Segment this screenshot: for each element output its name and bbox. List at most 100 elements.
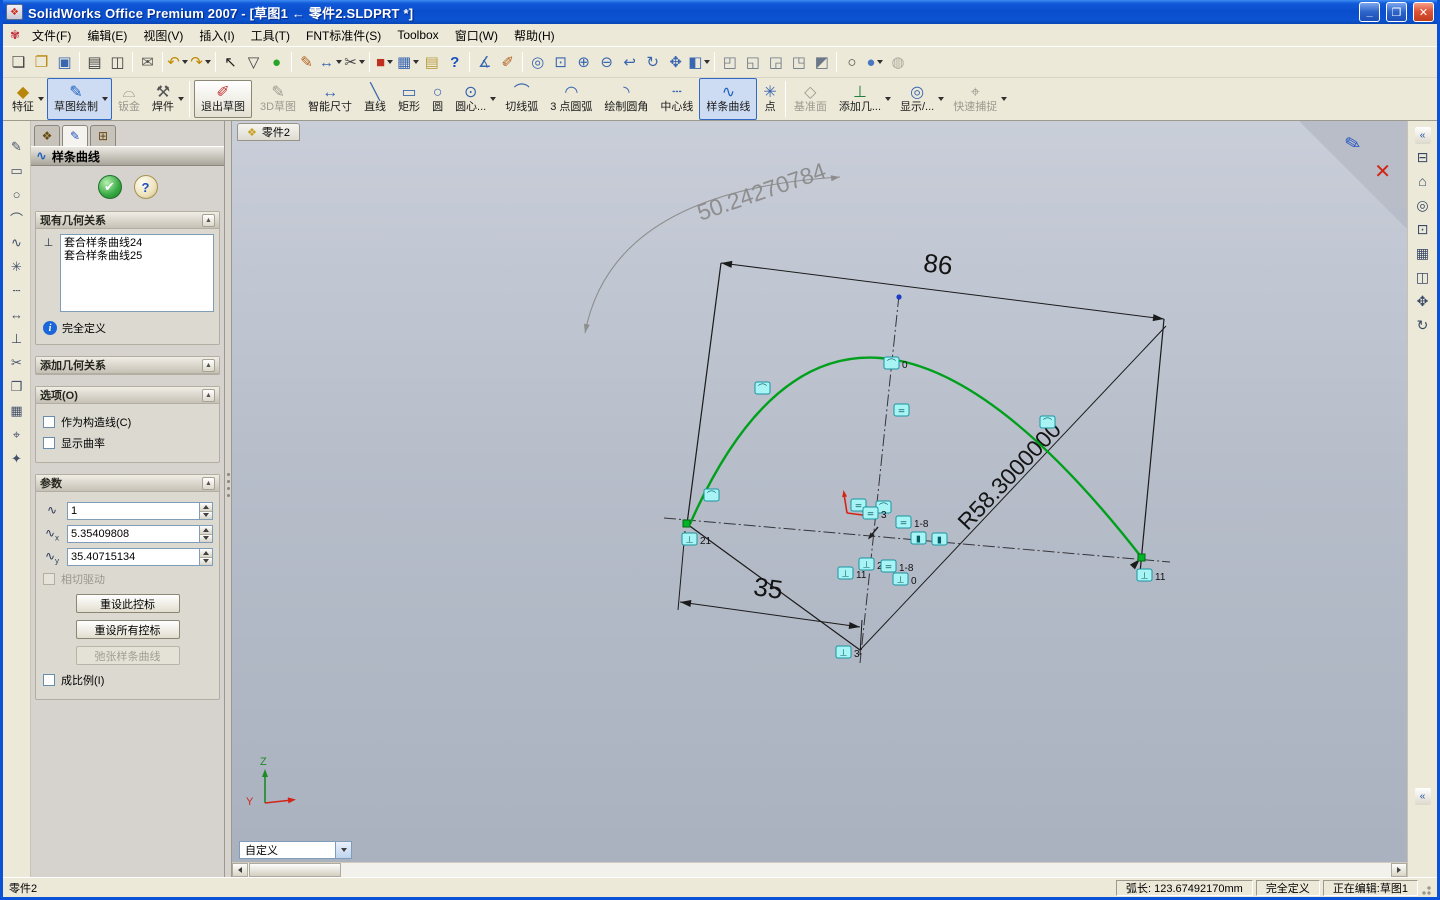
graphics-area[interactable]: ❖ 零件2 50.24270784 86 35 R58.3000000 ⌒ 0 …	[232, 121, 1407, 877]
section-view-button[interactable]: ◧	[687, 51, 711, 73]
custom-view-combobox[interactable]: 自定义	[239, 841, 352, 859]
spline-y-input[interactable]: 35.40715134	[67, 548, 213, 566]
circle-button[interactable]: ○ 圆	[426, 78, 449, 120]
right-edge-line[interactable]	[1139, 318, 1165, 574]
line-button[interactable]: ╲ 直线	[358, 78, 392, 120]
print-preview-button[interactable]: ◫	[106, 51, 129, 73]
view-back-button[interactable]: ◱	[741, 51, 764, 73]
checkbox-box[interactable]	[43, 674, 55, 686]
sketch-relation-icon[interactable]: =	[893, 403, 910, 417]
spinner[interactable]	[199, 549, 212, 565]
sketch-relation-icon[interactable]: = 3	[862, 506, 887, 521]
chevron-up-icon[interactable]: ▲	[202, 476, 215, 490]
zoom-out-button[interactable]: ⊖	[595, 51, 618, 73]
existing-relations-header[interactable]: 现有几何关系 ▲	[36, 212, 219, 229]
left-tool-point-button[interactable]: ✳	[5, 255, 29, 278]
property-manager-tab[interactable]: ✎	[62, 125, 88, 146]
view-front-button[interactable]: ◰	[718, 51, 741, 73]
rectangle-button[interactable]: ▭ 矩形	[392, 78, 426, 120]
spline-x-input[interactable]: 5.35409808	[67, 525, 213, 543]
zoom-fit-tool-button[interactable]: ⌂	[1411, 170, 1435, 192]
parameters-header[interactable]: 参数 ▲	[36, 475, 219, 492]
sketch-relation-icon[interactable]: ⊥ 3	[835, 645, 860, 660]
left-tool-misc-button[interactable]: ✦	[5, 447, 29, 470]
features-tab-button[interactable]: ◆ 特征	[6, 78, 47, 120]
left-tool-snap-button[interactable]: ⌖	[5, 423, 29, 446]
menu-file[interactable]: 文件(F)	[24, 25, 79, 46]
chevron-down-icon[interactable]	[335, 842, 351, 858]
scrollbar-thumb[interactable]	[249, 863, 341, 877]
view-left-button[interactable]: ◲	[764, 51, 787, 73]
centerpoint-arc-button[interactable]: ⊙ 圆心...	[449, 78, 499, 120]
relation-list-item[interactable]: 套合样条曲线25	[64, 250, 210, 263]
grid-tool-button[interactable]: ▦	[1411, 242, 1435, 264]
undo-button[interactable]: ↶	[166, 51, 189, 73]
options-header[interactable]: 选项(O) ▲	[36, 387, 219, 404]
new-document-button[interactable]: ❏	[7, 51, 30, 73]
weldments-tab-button[interactable]: ⚒ 焊件	[146, 78, 187, 120]
exit-sketch-button[interactable]: ✐ 退出草图	[194, 80, 252, 118]
annotate-button[interactable]: ✐	[496, 51, 519, 73]
spline-button[interactable]: ∿ 样条曲线	[699, 78, 758, 120]
left-tool-rectangle-button[interactable]: ▭	[5, 159, 29, 182]
shaded-button[interactable]: ●	[863, 51, 886, 73]
print-button[interactable]: ▤	[83, 51, 106, 73]
drawing-sheet-button[interactable]: ▤	[420, 51, 443, 73]
spline-endpoint[interactable]	[1137, 553, 1146, 562]
rotate-tool-button[interactable]: ↻	[1411, 314, 1435, 336]
sketch-button[interactable]: ✎	[295, 51, 318, 73]
view-orientation-button[interactable]: ■	[373, 51, 396, 73]
construction-line-checkbox[interactable]: 作为构造线(C)	[43, 414, 212, 430]
left-tool-spline-button[interactable]: ∿	[5, 231, 29, 254]
spinner[interactable]	[199, 503, 212, 519]
chevron-up-icon[interactable]: ▲	[202, 213, 215, 227]
panel-help-button[interactable]: ?	[133, 175, 158, 199]
display-relations-button[interactable]: ◎ 显示/...	[894, 78, 947, 120]
left-tool-centerline-button[interactable]: ┄	[5, 279, 29, 302]
display-grid-button[interactable]: ▦	[396, 51, 420, 73]
sketch-relation-icon[interactable]: = 1-8	[880, 559, 914, 574]
left-tool-dimension-button[interactable]: ↔	[5, 303, 29, 326]
menu-tools[interactable]: 工具(T)	[243, 25, 298, 46]
menu-edit[interactable]: 编辑(E)	[79, 25, 135, 46]
smart-dimension-tool-button[interactable]: ↔ 智能尺寸	[302, 78, 358, 120]
collapse-pane-button[interactable]: «	[1414, 788, 1431, 805]
show-curvature-checkbox[interactable]: 显示曲率	[43, 435, 212, 451]
left-tool-arc-button[interactable]: ⌒	[5, 207, 29, 230]
sketch-relation-icon[interactable]: ⊥ 21	[681, 532, 712, 547]
left-tool-circle-button[interactable]: ○	[5, 183, 29, 206]
chevron-up-icon[interactable]: ▲	[202, 388, 215, 402]
menu-insert[interactable]: 插入(I)	[191, 25, 242, 46]
restore-button[interactable]: ❐	[1386, 2, 1407, 22]
left-edge-line[interactable]	[686, 262, 722, 525]
sketch-tab-button[interactable]: ✎ 草图绘制	[47, 78, 112, 120]
checkbox-box[interactable]	[43, 416, 55, 428]
zoom-lens-tool-button[interactable]: ◎	[1411, 194, 1435, 216]
add-relations-header[interactable]: 添加几何关系 ▲	[36, 357, 219, 374]
chevron-up-icon[interactable]: ▲	[202, 358, 215, 372]
vertical-centerline[interactable]	[859, 294, 900, 664]
ok-button[interactable]: ✔	[97, 175, 122, 199]
select-arrow-button[interactable]: ↖	[219, 51, 242, 73]
trim-entities-button[interactable]: ✂	[343, 51, 366, 73]
left-tool-offset-button[interactable]: ❒	[5, 375, 29, 398]
point-button[interactable]: ✳ 点	[757, 78, 782, 120]
redo-button[interactable]: ↷	[189, 51, 212, 73]
menu-window[interactable]: 窗口(W)	[447, 25, 506, 46]
minimize-button[interactable]: _	[1359, 2, 1380, 22]
document-tab[interactable]: ❖ 零件2	[237, 123, 300, 141]
spline-endpoint[interactable]	[682, 519, 691, 528]
spinner[interactable]	[199, 526, 212, 542]
sketch-fillet-button[interactable]: ◝ 绘制圆角	[598, 78, 654, 120]
collapse-pane-button[interactable]: «	[1414, 127, 1431, 144]
radius-dimension-text[interactable]: R58.3000000	[952, 416, 1066, 534]
sketch-relation-icon[interactable]: ⌒	[754, 381, 771, 395]
proportional-checkbox[interactable]: 成比例(I)	[43, 672, 212, 688]
sketch-canvas[interactable]: 50.24270784 86 35 R58.3000000 ⌒ 0 ⌒ ⌒ = …	[232, 121, 1392, 877]
selection-filter-button[interactable]: ▽	[242, 51, 265, 73]
sketch-relation-icon[interactable]: ⊥ 0	[892, 572, 917, 587]
save-button[interactable]: ▣	[53, 51, 76, 73]
menu-fnt-standards[interactable]: FNT标准件(S)	[298, 25, 389, 46]
wireframe-button[interactable]: ○	[840, 51, 863, 73]
offset-dimension-line[interactable]	[679, 601, 861, 628]
